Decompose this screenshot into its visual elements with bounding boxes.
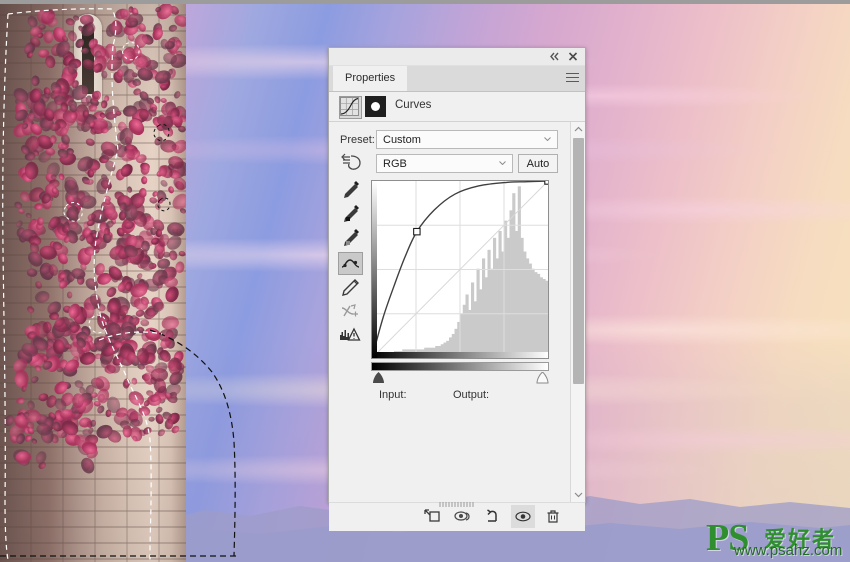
brick-tower: [0, 0, 186, 562]
double-chevron-left-icon[interactable]: [548, 50, 562, 63]
toggle-layer-visibility-button[interactable]: [511, 505, 535, 528]
panel-scrollbar[interactable]: [570, 122, 585, 502]
tab-properties[interactable]: Properties: [333, 66, 408, 91]
preset-label: Preset:: [340, 134, 375, 146]
curves-graph[interactable]: [371, 180, 549, 359]
site-watermark: PS 爱好者 www.psahz.com: [706, 517, 846, 560]
chevron-down-icon[interactable]: [573, 489, 584, 500]
white-point-slider-icon[interactable]: [535, 372, 550, 384]
chevron-down-icon: [499, 161, 506, 165]
clipping-warning-toggle[interactable]: [338, 324, 363, 347]
close-x-icon[interactable]: [566, 50, 580, 63]
input-label: Input:: [379, 389, 407, 401]
adjustment-title: Curves: [395, 99, 432, 111]
curves-presets-icon[interactable]: [340, 153, 363, 173]
top-gray-strip: [0, 0, 850, 4]
edit-points-curve-tool[interactable]: [338, 252, 363, 275]
gray-point-eyedropper[interactable]: [338, 228, 363, 251]
panel-titlebar: [329, 48, 585, 66]
curves-tool-column: [338, 180, 363, 348]
panel-resize-grip[interactable]: [439, 502, 475, 507]
hamburger-menu-icon[interactable]: [566, 73, 579, 83]
delete-adjustment-button[interactable]: [541, 505, 565, 528]
layer-mask-icon[interactable]: [365, 96, 386, 117]
preset-dropdown[interactable]: Custom: [376, 130, 558, 149]
ivy-foliage: [3, 3, 186, 474]
sample-in-image-eyedropper[interactable]: [338, 180, 363, 203]
panel-body: Preset: Custom RGB Auto Input: Output:: [329, 122, 585, 502]
curves-adjustment-icon[interactable]: [339, 96, 362, 119]
black-point-eyedropper[interactable]: [338, 204, 363, 227]
panel-tabstrip: Properties: [329, 66, 585, 92]
chevron-up-icon[interactable]: [573, 124, 584, 135]
clip-to-layer-button[interactable]: [421, 505, 445, 528]
output-label: Output:: [453, 389, 490, 401]
chevron-down-icon: [544, 137, 551, 141]
smooth-curve-tool[interactable]: [338, 300, 363, 323]
scrollbar-thumb[interactable]: [573, 138, 584, 384]
reset-adjustment-button[interactable]: [481, 505, 505, 528]
properties-panel: Properties Curves Preset: Custom RGB Aut…: [328, 47, 586, 531]
auto-button[interactable]: Auto: [518, 154, 558, 173]
black-point-slider-icon[interactable]: [371, 372, 386, 384]
channel-dropdown[interactable]: RGB: [376, 154, 513, 173]
toggle-previous-state-button[interactable]: [451, 505, 475, 528]
preset-value: Custom: [383, 134, 421, 146]
draw-curve-pencil-tool[interactable]: [338, 276, 363, 299]
adjustment-header: Curves: [329, 92, 585, 122]
curves-graph-svg[interactable]: [371, 180, 549, 359]
channel-value: RGB: [383, 158, 407, 170]
tonal-gradient-strip: [371, 362, 549, 371]
watermark-url: www.psahz.com: [734, 542, 843, 559]
